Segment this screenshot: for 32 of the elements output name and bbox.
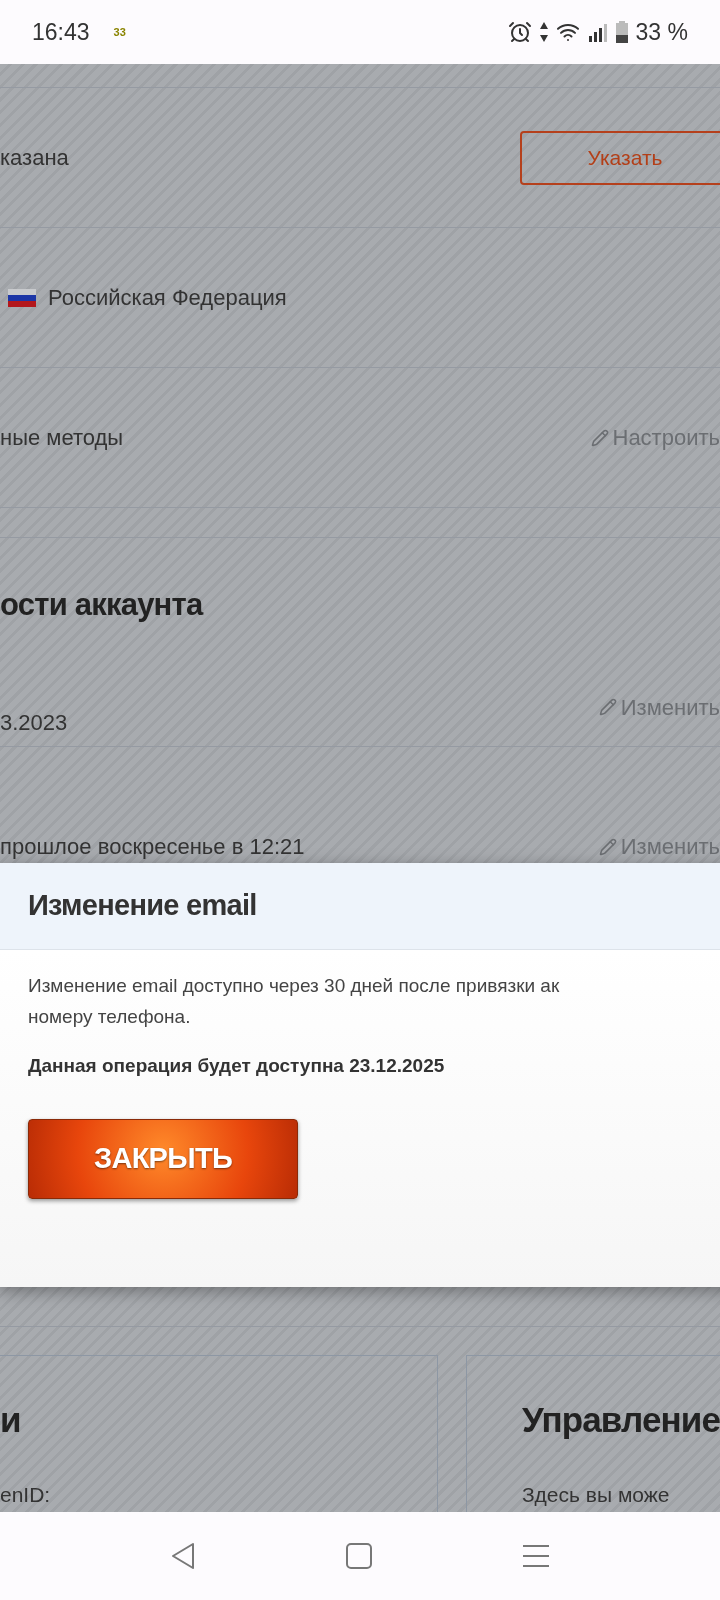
card-text: Здесь вы може <box>521 1481 671 1508</box>
close-button[interactable]: ЗАКРЫТЬ <box>28 1118 298 1199</box>
pencil-icon <box>598 837 617 856</box>
pencil-icon <box>598 698 617 716</box>
edit-link[interactable]: Изменить <box>620 690 720 724</box>
field-value: казана <box>0 144 69 172</box>
menu-icon[interactable] <box>522 1545 549 1567</box>
clock: 16:43 <box>32 17 90 47</box>
field-value: ные методы <box>0 424 124 452</box>
field-value: прошлое воскресенье в 12:21 <box>0 833 306 861</box>
card-text: enID: <box>0 1481 52 1508</box>
signal-icon <box>587 22 608 42</box>
edit-link[interactable]: Изменить <box>620 830 720 863</box>
field-value: 3.2023 <box>0 708 69 737</box>
field-value: Российская Федерация <box>48 284 287 312</box>
pencil-icon <box>590 428 609 447</box>
alarm-icon <box>507 20 532 44</box>
home-icon[interactable] <box>346 1543 372 1569</box>
russia-flag-icon <box>8 288 36 307</box>
data-arrows-icon <box>539 22 548 42</box>
dialog-message: Изменение email доступно через 30 дней после привязки ак номеру телефона. <box>28 974 561 1029</box>
specify-button[interactable]: Указать <box>520 130 720 185</box>
card-title: и <box>0 1399 22 1441</box>
configure-link[interactable]: Настроить <box>612 421 720 454</box>
availability-note: Данная операция будет доступна 23.12.2025 <box>28 1054 446 1078</box>
battery-icon <box>615 21 628 43</box>
dialog-title: Изменение email <box>28 888 257 924</box>
battery-level: 33 % <box>635 17 688 47</box>
notification-count: 33 <box>113 24 126 40</box>
card-title: Управление <box>521 1399 720 1441</box>
back-icon[interactable] <box>171 1542 196 1570</box>
section-heading: ости аккаунта <box>0 585 203 624</box>
